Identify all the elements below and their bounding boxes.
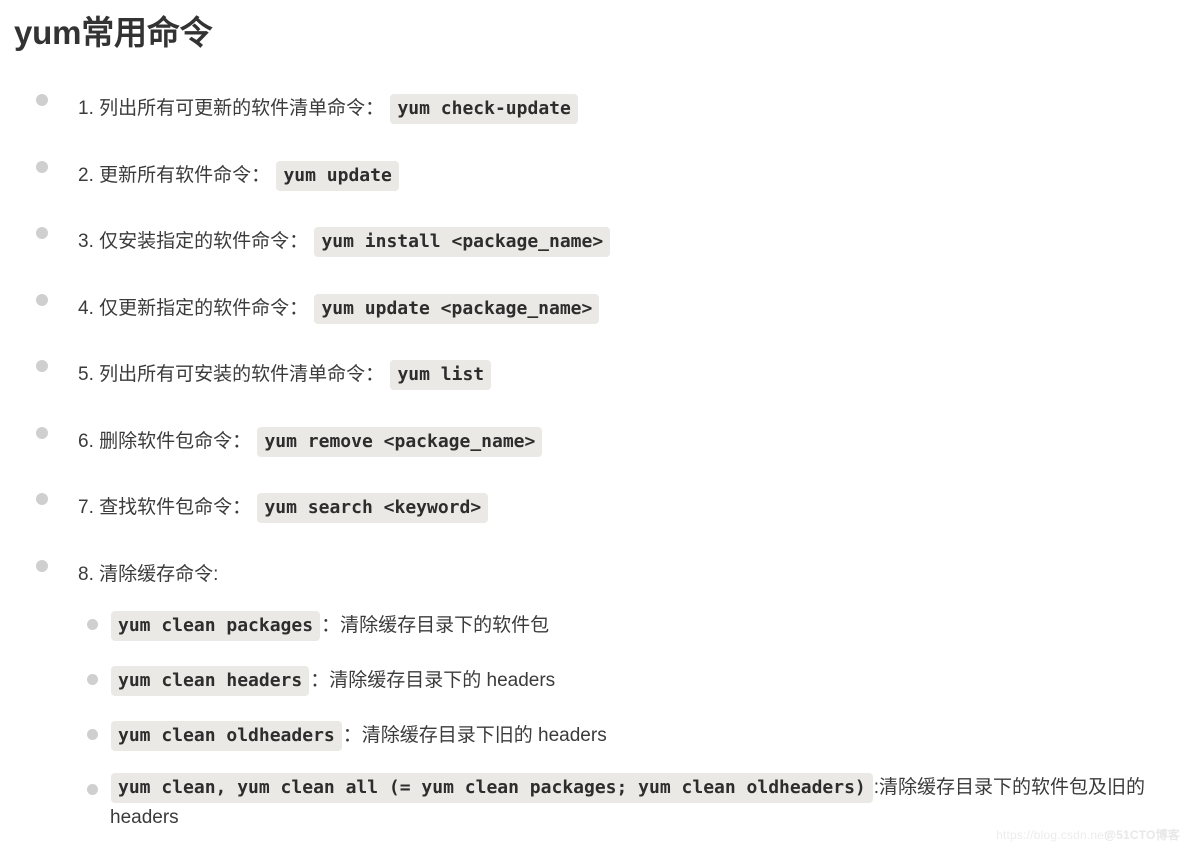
bullet-icon	[36, 160, 48, 173]
page-title: yum常用命令	[14, 14, 213, 51]
watermark-url: https://blog.csdn.net/	[996, 828, 1112, 842]
bullet-icon	[36, 293, 48, 306]
bullet-icon	[87, 674, 98, 685]
list-item-content: 1. 列出所有可更新的软件清单命令： yum check-update	[78, 94, 579, 124]
list-item-label: ：清除缓存目录下的软件包	[321, 615, 550, 636]
list-item-label: 列出所有可更新的软件清单命令：	[99, 98, 385, 119]
list-item: 4. 仅更新指定的软件命令： yum update <package_name>	[0, 286, 1184, 353]
list-item: 2. 更新所有软件命令： yum update	[0, 153, 1184, 220]
clean-cache-sublist: yum clean packages ：清除缓存目录下的软件包 yum clean…	[0, 608, 1184, 833]
list-item: yum clean headers ：清除缓存目录下的 headers	[0, 663, 1184, 718]
list-item-label: 列出所有可安装的软件清单命令：	[99, 364, 385, 385]
list-item-index: 6.	[78, 430, 94, 452]
code-chip[interactable]: yum search <keyword>	[257, 493, 489, 523]
code-chip[interactable]: yum check-update	[390, 94, 578, 124]
list-item-label: 清除缓存命令:	[99, 563, 219, 585]
bullet-icon	[87, 619, 98, 630]
list-item: 7. 查找软件包命令： yum search <keyword>	[0, 485, 1184, 552]
code-chip[interactable]: yum update <package_name>	[314, 293, 600, 324]
list-item-index: 4.	[78, 297, 94, 319]
list-item-content: 2. 更新所有软件命令： yum update	[78, 160, 400, 191]
code-chip[interactable]: yum clean packages	[111, 611, 321, 641]
bullet-icon	[87, 784, 98, 795]
code-chip[interactable]: yum update	[276, 160, 399, 191]
list-item-content: 6. 删除软件包命令： yum remove <package_name>	[78, 426, 543, 457]
list-item-index: 7.	[78, 497, 94, 518]
list-item-label: 仅安装指定的软件命令：	[99, 231, 309, 252]
bullet-icon	[36, 426, 48, 439]
list-item-index: 1.	[78, 98, 94, 119]
list-item-index: 8.	[78, 563, 94, 585]
code-chip[interactable]: yum remove <package_name>	[257, 426, 543, 457]
list-item-content: 4. 仅更新指定的软件命令： yum update <package_name>	[78, 293, 600, 324]
list-item: 1. 列出所有可更新的软件清单命令： yum check-update	[0, 86, 1184, 153]
list-item-label: 仅更新指定的软件命令：	[99, 297, 309, 319]
list-item-label: ：清除缓存目录下旧的 headers	[342, 725, 607, 746]
bullet-icon	[87, 729, 98, 740]
list-item-label: 删除软件包命令：	[99, 430, 252, 452]
list-item-label: ：清除缓存目录下的 headers	[310, 670, 556, 691]
list-item: yum clean packages ：清除缓存目录下的软件包	[0, 608, 1184, 663]
list-item-label: 查找软件包命令：	[99, 497, 252, 518]
list-item-content: yum clean, yum clean all (= yum clean pa…	[110, 773, 1170, 833]
list-item-content: 7. 查找软件包命令： yum search <keyword>	[78, 493, 489, 523]
watermark-brand: @51CTO博客	[1104, 828, 1180, 842]
watermark: https://blog.csdn.net/@51CTO博客	[996, 826, 1180, 843]
list-item-index: 2.	[78, 164, 94, 186]
list-item: 5. 列出所有可安装的软件清单命令： yum list	[0, 352, 1184, 419]
code-chip[interactable]: yum clean, yum clean all (= yum clean pa…	[111, 773, 873, 803]
list-item-content: yum clean oldheaders ：清除缓存目录下旧的 headers	[110, 721, 607, 751]
list-item-label: 更新所有软件命令：	[99, 164, 271, 186]
list-item: yum clean oldheaders ：清除缓存目录下旧的 headers	[0, 718, 1184, 773]
bullet-icon	[36, 227, 48, 239]
list-item-content: 5. 列出所有可安装的软件清单命令： yum list	[78, 360, 492, 390]
list-item: 6. 删除软件包命令： yum remove <package_name>	[0, 419, 1184, 486]
code-chip[interactable]: yum clean headers	[111, 666, 310, 696]
list-item-content: yum clean packages ：清除缓存目录下的软件包	[110, 611, 549, 641]
bullet-icon	[36, 493, 48, 505]
list-item-index: 5.	[78, 364, 94, 385]
list-item-content: 3. 仅安装指定的软件命令： yum install <package_name…	[78, 227, 611, 257]
list-item: 3. 仅安装指定的软件命令： yum install <package_name…	[0, 219, 1184, 286]
list-item: yum clean, yum clean all (= yum clean pa…	[0, 773, 1184, 833]
bullet-icon	[36, 559, 48, 572]
bullet-icon	[36, 94, 48, 106]
code-chip[interactable]: yum clean oldheaders	[111, 721, 342, 751]
list-item-content: yum clean headers ：清除缓存目录下的 headers	[110, 666, 555, 696]
list-item-content: 8. 清除缓存命令:	[78, 560, 218, 590]
command-list: 1. 列出所有可更新的软件清单命令： yum check-update 2. 更…	[0, 86, 1184, 585]
code-chip[interactable]: yum list	[390, 360, 492, 390]
list-item-index: 3.	[78, 231, 94, 252]
code-chip[interactable]: yum install <package_name>	[314, 227, 611, 257]
bullet-icon	[36, 360, 48, 372]
